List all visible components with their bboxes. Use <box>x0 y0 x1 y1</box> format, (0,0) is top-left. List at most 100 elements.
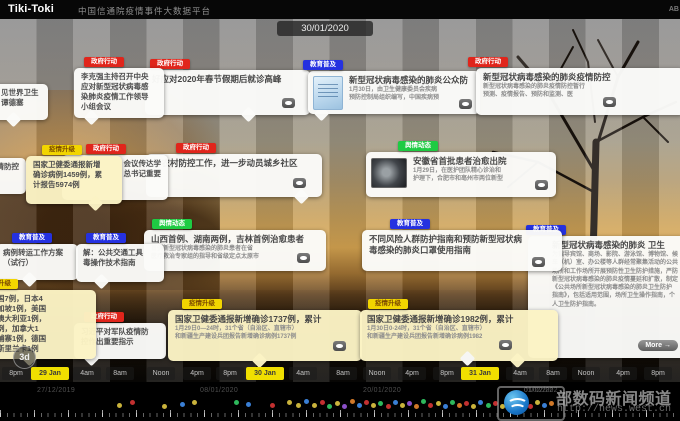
comment-icon[interactable] <box>603 97 616 107</box>
app-logo[interactable]: Tiki-Toki <box>8 3 54 15</box>
event-title: 毒感染的肺炎口罩使用指南 <box>369 245 555 256</box>
axis-time-label: 8am <box>106 367 134 380</box>
event-dot <box>246 402 251 407</box>
event-dot <box>320 400 325 405</box>
axis-time-label: 4am <box>506 367 534 380</box>
event-dot <box>180 402 185 407</box>
event-body: 新型冠状病毒感染的肺炎疫情蔓延和扩散，制定 <box>552 276 679 284</box>
timeline-axis[interactable]: 8pm29 Jan4am8amNoon4pm8pm30 Jan4am8amNoo… <box>0 367 680 382</box>
axis-time-label: 8pm <box>433 367 461 380</box>
watermark-url: http://news.west.cn <box>557 404 671 415</box>
axis-time-label: Noon <box>572 367 600 380</box>
event-card-who-meeting[interactable]: 见世界卫生谭德塞 <box>0 84 48 120</box>
event-card-risk-groups-guide[interactable]: 教育普及不同风险人群防护指南和预防新型冠状病毒感染的肺炎口罩使用指南 <box>362 230 562 271</box>
event-dot <box>342 404 347 409</box>
event-title: 国家卫健委通报新增确诊1737例，累计 <box>175 314 355 325</box>
event-card-left-edge-event[interactable]: 情防控 <box>0 158 26 194</box>
mini-date-label: 08/01/2020 <box>200 387 238 394</box>
axis-date-label: 31 Jan <box>461 367 499 380</box>
event-text: 毒操作技术指南 <box>83 258 157 268</box>
watermark: 01/02/202 部数码新闻频道 http://news.west.cn <box>495 383 680 421</box>
comment-icon[interactable] <box>297 253 310 263</box>
photo-thumbnail <box>371 158 407 188</box>
event-body: 《公共场所新型冠状病毒感染的肺炎卫生防护 <box>552 284 679 292</box>
card-content: 安徽省首批患者治愈出院1月29日，在医护团队精心诊治和护理下，合肥市和亳州市两位… <box>413 156 549 193</box>
card-content: 国7例，日本4加坡1例，美国澳大利亚1例，例，加拿大1埔寨1例，德国斯里兰卡1例 <box>0 294 89 355</box>
event-body: 和新疆生产建设兵团报告新增确诊病例1737例 <box>175 333 355 341</box>
axis-date-label: 30 Jan <box>246 367 284 380</box>
event-dot <box>378 401 383 406</box>
comment-icon[interactable] <box>535 180 548 190</box>
card-content: 山西首例、湖南两例，吉林首例治愈患者首例新型冠状病毒感染的肺炎患者在省医疗救治专… <box>151 234 319 267</box>
event-dot <box>386 404 391 409</box>
card-content: 不同风险人群防护指南和预防新型冠状病毒感染的肺炎口罩使用指南 <box>369 234 555 267</box>
event-title: 不同风险人群防护指南和预防新型冠状病 <box>369 234 555 245</box>
event-dot <box>117 403 122 408</box>
event-title: 新型冠状病毒感染的肺炎公众防 <box>349 75 473 86</box>
event-dot <box>457 403 462 408</box>
category-tag: 教育普及 <box>86 233 126 243</box>
event-dot <box>327 404 332 409</box>
card-content: 好农村防控工作，进一步动员城乡社区 <box>153 158 315 193</box>
event-dot <box>471 404 476 409</box>
event-card-nhc-1737[interactable]: 疫情升级国家卫健委通报新增确诊1737例，累计1月29日0—24时，31个省（自… <box>168 310 362 361</box>
card-content: 国家卫健委通报新增确诊1982例，累计1月30日0-24时，31个省（自治区、直… <box>367 314 551 357</box>
event-dot <box>464 401 469 406</box>
comment-icon[interactable] <box>293 178 306 188</box>
event-dot <box>350 399 355 404</box>
current-date-marker: 30/01/2020 <box>277 21 373 36</box>
event-card-public-prevention-guide[interactable]: 教育普及新型冠状病毒感染的肺炎公众防1月30日，由卫生健康委员会疾病预防控制局组… <box>308 71 480 114</box>
event-card-likeqiang-leading-group[interactable]: 政府行动李克强主持召开中央应对新型冠状病毒感染肺炎疫情工作领导小组会议 <box>74 68 164 118</box>
axis-time-label: 8am <box>329 367 357 380</box>
mini-date-label: 20/01/2020 <box>363 387 401 394</box>
event-title: 山西首例、湖南两例，吉林首例治愈患者 <box>151 234 319 245</box>
event-body: 护理下，合肥市和亳州市两位新型 <box>413 175 549 183</box>
event-dot <box>357 403 362 408</box>
event-card-intl-cases[interactable]: 疫情升级国7例，日本4加坡1例，美国澳大利亚1例，例，加拿大1埔寨1例，德国斯里… <box>0 290 96 359</box>
3d-view-button[interactable]: 3d <box>13 346 36 369</box>
event-text: 例，加拿大1 <box>0 324 89 334</box>
axis-time-label: 8pm <box>644 367 672 380</box>
event-title: 新型冠状病毒感染的肺炎疫情防控 <box>483 72 677 83</box>
card-content: 国家卫健委通报新增确诊1737例，累计1月29日0—24时，31个省（自治区、直… <box>175 314 355 357</box>
event-card-transfer-plan[interactable]: 教育普及病例转运工作方案（试行） <box>0 244 78 280</box>
comment-icon[interactable] <box>459 99 472 109</box>
event-dot <box>421 399 426 404</box>
event-card-transport-disinfect[interactable]: 教育普及解：公共交通工具毒操作技术指南 <box>76 244 164 282</box>
event-body: 场所和工作场所开展预防性卫生防护措施，严防 <box>552 268 679 276</box>
event-card-rural-prevention[interactable]: 政府行动好农村防控工作，进一步动员城乡社区 <box>146 154 322 197</box>
event-card-nhc-1982[interactable]: 疫情升级国家卫健委通报新增确诊1982例，累计1月30日0-24时，31个省（自… <box>360 310 558 361</box>
comment-icon[interactable] <box>282 98 295 108</box>
comment-icon[interactable] <box>532 257 545 267</box>
category-tag: 疫情升级 <box>42 145 82 155</box>
axis-time-label: 8pm <box>2 367 30 380</box>
card-content: 国家卫健委通报新增确诊病例1459例，累计报告5974例 <box>33 160 115 200</box>
event-dot <box>486 403 491 408</box>
event-dot <box>371 403 376 408</box>
category-tag: 疫情升级 <box>182 299 222 309</box>
event-card-epidemic-control-plan[interactable]: 政府行动新型冠状病毒感染的肺炎疫情防控新型冠状病毒感染的肺炎疫情防控暂行预测、疫… <box>476 68 680 115</box>
event-text: 染肺炎疫情工作领导 <box>81 92 157 102</box>
card-content: 新型冠状病毒感染的肺炎疫情防控新型冠状病毒感染的肺炎疫情防控暂行预测、疫情报告、… <box>483 72 677 111</box>
event-card-shanxi-cured[interactable]: 舆情动态山西首例、湖南两例，吉林首例治愈患者首例新型冠状病毒感染的肺炎患者在省医… <box>144 230 326 271</box>
event-body: 1月30日0-24时，31个省（自治区、直辖市） <box>367 325 551 333</box>
event-card-spring-festival-peak[interactable]: 政府行动好应对2020年春节假期后就诊高峰 <box>145 70 310 115</box>
event-body: 新型冠状病毒感染的肺炎疫情防控暂行 <box>483 83 677 91</box>
event-dot <box>234 400 239 405</box>
event-card-anhui-discharged[interactable]: 舆情动态安徽省首批患者治愈出院1月29日，在医护团队精心诊治和护理下，合肥市和亳… <box>366 152 556 197</box>
event-dot <box>407 401 412 406</box>
header-corner-label[interactable]: AB <box>669 6 679 13</box>
event-text: 解：公共交通工具 <box>83 248 157 258</box>
event-body: 人卫生防护指南。 <box>552 301 679 309</box>
more-button[interactable]: More → <box>638 340 678 351</box>
card-content: 病例转运工作方案（试行） <box>3 248 71 276</box>
axis-time-label: 4pm <box>609 367 637 380</box>
event-card-nhc-1459[interactable]: 疫情升级国家卫健委通报新增确诊病例1459例，累计报告5974例 <box>26 156 122 204</box>
event-body: 1月30日，由卫生健康委员会疾病 <box>349 86 473 94</box>
category-tag: 舆情动态 <box>152 219 192 229</box>
category-tag: 教育普及 <box>303 60 343 70</box>
card-content: 解：公共交通工具毒操作技术指南 <box>83 248 157 278</box>
comment-icon[interactable] <box>499 340 512 350</box>
category-tag: 政府行动 <box>176 143 216 153</box>
comment-icon[interactable] <box>333 341 346 351</box>
